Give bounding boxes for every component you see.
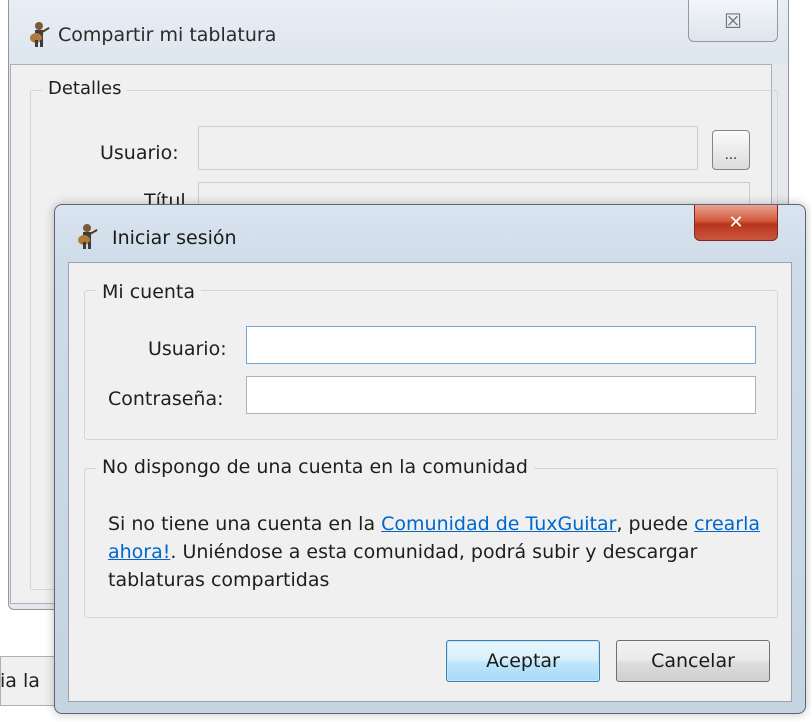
browse-user-button[interactable]: ... (712, 130, 750, 170)
username-label: Usuario: (148, 338, 227, 360)
background-status-text: ia la (0, 670, 40, 692)
login-dialog-title: Iniciar sesión (112, 227, 237, 249)
password-input[interactable] (246, 376, 756, 414)
community-text-middle: , puede (616, 513, 695, 535)
details-group-title: Detalles (42, 78, 128, 99)
login-close-button[interactable]: ✕ (694, 205, 778, 241)
community-text-outro: . Uniéndose a esta comunidad, podrá subi… (108, 541, 698, 591)
account-groupbox (84, 290, 778, 440)
close-icon: ✕ (728, 212, 744, 233)
accept-button[interactable]: Aceptar (446, 640, 600, 682)
username-input[interactable] (246, 326, 756, 364)
share-user-label: Usuario: (100, 142, 179, 164)
close-icon: ☒ (724, 8, 742, 33)
cancel-button[interactable]: Cancelar (616, 640, 770, 682)
password-label: Contraseña: (108, 388, 224, 410)
share-tab-close-button[interactable]: ☒ (688, 0, 778, 42)
community-info-text: Si no tiene una cuenta en la Comunidad d… (108, 510, 768, 594)
share-tab-window-title: Compartir mi tablatura (58, 24, 277, 46)
community-link[interactable]: Comunidad de TuxGuitar (381, 513, 616, 535)
account-group-title: Mi cuenta (96, 281, 202, 303)
guitar-player-icon (26, 20, 52, 48)
share-user-field[interactable] (198, 126, 698, 170)
guitar-player-icon (74, 222, 100, 250)
community-text-intro: Si no tiene una cuenta en la (108, 513, 382, 535)
community-group-title: No dispongo de una cuenta en la comunida… (96, 456, 534, 478)
